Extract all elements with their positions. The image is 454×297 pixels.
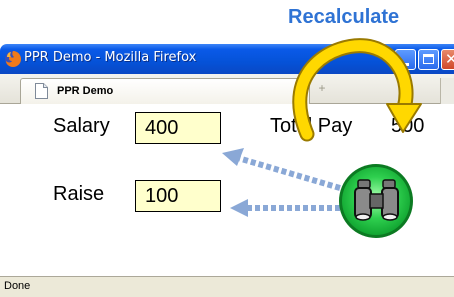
new-tab-icon[interactable]: +	[316, 82, 328, 94]
tab-scroll-edge	[440, 78, 454, 104]
window-title: PPR Demo - Mozilla Firefox	[24, 50, 197, 65]
tab-bar: PPR Demo +	[0, 74, 454, 104]
close-button[interactable]: ✕	[441, 49, 454, 70]
tab-ppr-demo[interactable]: PPR Demo	[20, 78, 310, 104]
minimize-icon	[401, 63, 409, 66]
minimize-button[interactable]	[395, 49, 416, 70]
firefox-icon	[5, 51, 21, 67]
title-bar[interactable]: PPR Demo - Mozilla Firefox ✕	[0, 44, 454, 74]
screenshot-stage: Recalculate PPR Demo - Mozilla Firefox ✕	[0, 0, 454, 297]
total-pay-value: 500	[391, 115, 425, 137]
status-bar: Done	[0, 276, 454, 297]
total-pay-label: Total Pay	[270, 115, 353, 137]
raise-input[interactable]: 100	[135, 180, 221, 212]
status-text: Done	[4, 280, 31, 292]
salary-label: Salary	[53, 115, 110, 137]
page-content: Salary 400 Total Pay 500 Raise 100	[0, 105, 454, 276]
close-icon: ✕	[445, 51, 454, 68]
recalculate-annotation: Recalculate	[288, 6, 400, 28]
maximize-icon	[423, 54, 434, 64]
firefox-window: PPR Demo - Mozilla Firefox ✕ PPR Demo +	[0, 44, 454, 297]
salary-input[interactable]: 400	[135, 112, 221, 144]
page-icon	[35, 83, 48, 99]
tab-label: PPR Demo	[57, 85, 114, 97]
raise-label: Raise	[53, 183, 105, 205]
maximize-button[interactable]	[418, 49, 439, 70]
